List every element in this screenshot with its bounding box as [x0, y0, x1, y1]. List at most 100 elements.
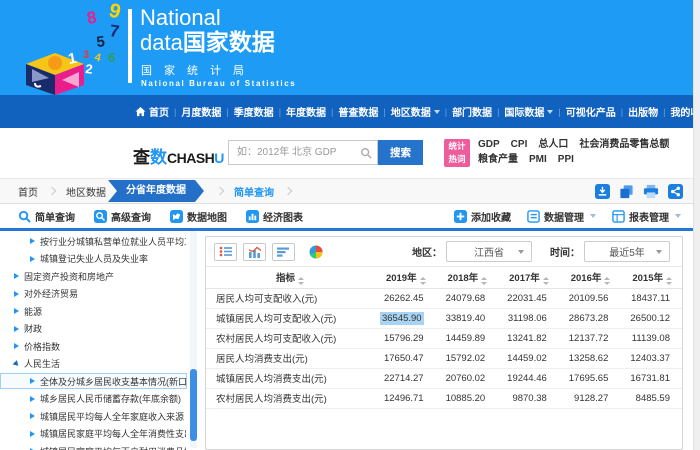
copy-icon[interactable]: [619, 184, 634, 199]
chevron-right-icon: [284, 187, 292, 195]
hotword-link[interactable]: GDP: [478, 137, 500, 152]
hotword-link[interactable]: PPI: [558, 152, 574, 167]
data-panel: 地区： 江西省 时间： 最近5年 指标2019年2018年2017年2016年2…: [205, 236, 683, 450]
region-label: 地区：: [412, 244, 442, 259]
download-icon[interactable]: [595, 184, 610, 199]
hotword-link[interactable]: 社会消费品零售总额: [579, 137, 669, 152]
page-edge-strip: [693, 0, 700, 450]
triangle-expanded-icon: [13, 360, 21, 368]
breadcrumb-item[interactable]: 简单查询: [234, 184, 274, 199]
share-icon[interactable]: [668, 184, 683, 199]
home-icon: [135, 107, 146, 117]
table-column-header[interactable]: 2017年: [497, 267, 559, 288]
sidebar-item[interactable]: 对外经济贸易: [0, 286, 187, 302]
sidebar-item[interactable]: 城镇登记失业人员及失业率: [0, 251, 187, 267]
breadcrumb-item[interactable]: 首页: [18, 184, 38, 199]
sidebar-item[interactable]: 按行业分城镇私营单位就业人员平均工资: [0, 233, 187, 249]
sidebar-item-label: 人民生活: [24, 357, 60, 370]
nav-item[interactable]: 年度数据: [281, 104, 331, 119]
nav-item[interactable]: 月度数据: [176, 104, 226, 119]
hotword-link[interactable]: 粮食产量: [478, 152, 518, 167]
search-button[interactable]: 搜索: [378, 140, 423, 165]
table-column-header[interactable]: 2015年: [620, 267, 682, 288]
simple-query-button[interactable]: 简单查询: [18, 209, 75, 224]
nav-item-label: 年度数据: [286, 104, 326, 119]
economic-chart-button[interactable]: 经济图表: [246, 209, 303, 224]
column-chart-icon: [248, 246, 262, 258]
sidebar-item[interactable]: 城镇居民家庭平均每人全年消费性支出: [0, 426, 187, 442]
sidebar-item[interactable]: 价格指数: [0, 338, 187, 354]
chevron-right-icon: [216, 187, 224, 195]
sidebar-item[interactable]: 固定资产投资和房地产: [0, 268, 187, 284]
triangle-collapsed-icon: [30, 378, 35, 384]
nav-item[interactable]: 季度数据: [229, 104, 279, 119]
data-manage-button-label: 数据管理: [544, 209, 584, 224]
sidebar-item-label: 城镇登记失业人员及失业率: [40, 252, 148, 265]
simple-query-button-label: 简单查询: [35, 209, 75, 224]
table-column-header[interactable]: 2019年: [374, 267, 436, 288]
sidebar-item[interactable]: 城镇居民平均每人全年家庭收入来源: [0, 408, 187, 424]
table-row: 农村居民人均消费支出(元)12496.7110885.209870.389128…: [206, 388, 682, 408]
sidebar-item[interactable]: 能源: [0, 303, 187, 319]
chashu-logo: 查数CHASHU: [133, 143, 224, 168]
sidebar-item-label: 城镇居民家庭平均每百户耐用消费品拥有: [40, 445, 187, 450]
nav-item[interactable]: 首页: [130, 104, 174, 119]
hotword-link[interactable]: PMI: [529, 152, 547, 167]
hot-words-list: GDP CPI 总人口社会消费品零售总额粮食产量 PMI PPI: [478, 137, 688, 167]
bar-chart-view-button[interactable]: [272, 243, 295, 261]
site-title-zh: 国家数据: [183, 29, 275, 55]
toolbar-right-group: 添加收藏 数据管理 报表管理: [438, 209, 681, 224]
chevron-right-icon: [48, 187, 56, 195]
nav-item[interactable]: 可视化产品: [561, 104, 621, 119]
print-icon[interactable]: [643, 184, 659, 199]
nav-item-label: 出版物: [628, 104, 658, 119]
svg-text:6: 6: [108, 50, 115, 65]
list-view-button[interactable]: [214, 243, 237, 261]
chashu-latin1: CHASH: [167, 150, 214, 166]
main-content: 按行业分城镇私营单位就业人员平均工资城镇登记失业人员及失业率固定资产投资和房地产…: [0, 231, 693, 450]
search-input[interactable]: [228, 140, 378, 165]
advanced-search-icon: [94, 210, 107, 223]
nav-item[interactable]: 地区数据: [386, 104, 445, 119]
table-column-header[interactable]: 2018年: [436, 267, 498, 288]
sidebar-item-selected[interactable]: 全体及分城乡居民收支基本情况(新口径): [0, 373, 187, 389]
sidebar-item[interactable]: 城乡居民人民币储蓄存款(年底余额): [0, 391, 187, 407]
nav-item[interactable]: 国际数据: [499, 104, 558, 119]
column-header-label: 2016年: [571, 273, 602, 284]
data-map-button[interactable]: 数据地图: [170, 209, 227, 224]
region-select[interactable]: 江西省: [446, 241, 532, 262]
pie-chart-icon: [309, 245, 323, 259]
add-favorite-button[interactable]: 添加收藏: [454, 209, 511, 224]
sidebar-scrollbar-thumb[interactable]: [190, 369, 197, 441]
data-manage-button[interactable]: 数据管理: [527, 209, 596, 224]
nav-item[interactable]: 普查数据: [333, 104, 383, 119]
site-title-en: data: [140, 30, 183, 55]
indicator-cell: 城镇居民人均消费支出(元): [206, 368, 374, 388]
sidebar-item[interactable]: 财政: [0, 321, 187, 337]
value-cell: 18437.11: [620, 288, 682, 308]
hot-words-badge-line2: 热词: [444, 153, 470, 166]
value-cell: 10885.20: [436, 388, 498, 408]
advanced-query-button[interactable]: 高级查询: [94, 209, 151, 224]
column-chart-view-button[interactable]: [243, 243, 266, 261]
table-column-header[interactable]: 2016年: [559, 267, 621, 288]
sort-arrows-icon: [543, 277, 549, 285]
nav-item[interactable]: 出版物: [623, 104, 663, 119]
table-column-header[interactable]: 指标: [206, 267, 374, 288]
breadcrumb-item[interactable]: 地区数据: [66, 184, 106, 199]
list-view-icon: [219, 246, 233, 257]
bureau-name-en: National Bureau of Statistics: [141, 79, 296, 88]
report-manage-button[interactable]: 报表管理: [612, 209, 681, 224]
time-select[interactable]: 最近5年: [584, 241, 670, 262]
sidebar-item[interactable]: 城镇居民家庭平均每百户耐用消费品拥有: [0, 443, 187, 450]
hotword-link[interactable]: 总人口: [538, 137, 568, 152]
pie-chart-view-button[interactable]: [304, 243, 327, 261]
nav-item[interactable]: 部门数据: [447, 104, 497, 119]
breadcrumb-item-active[interactable]: 分省年度数据: [108, 180, 204, 202]
indicator-tree-sidebar: 按行业分城镇私营单位就业人员平均工资城镇登记失业人员及失业率固定资产投资和房地产…: [0, 233, 197, 450]
triangle-collapsed-icon: [30, 413, 35, 419]
sidebar-item[interactable]: 人民生活: [0, 356, 187, 372]
hotword-link[interactable]: CPI: [511, 137, 528, 152]
value-cell: 26262.45: [374, 288, 436, 308]
table-row: 居民人均可支配收入(元)26262.4524079.6822031.452010…: [206, 288, 682, 308]
